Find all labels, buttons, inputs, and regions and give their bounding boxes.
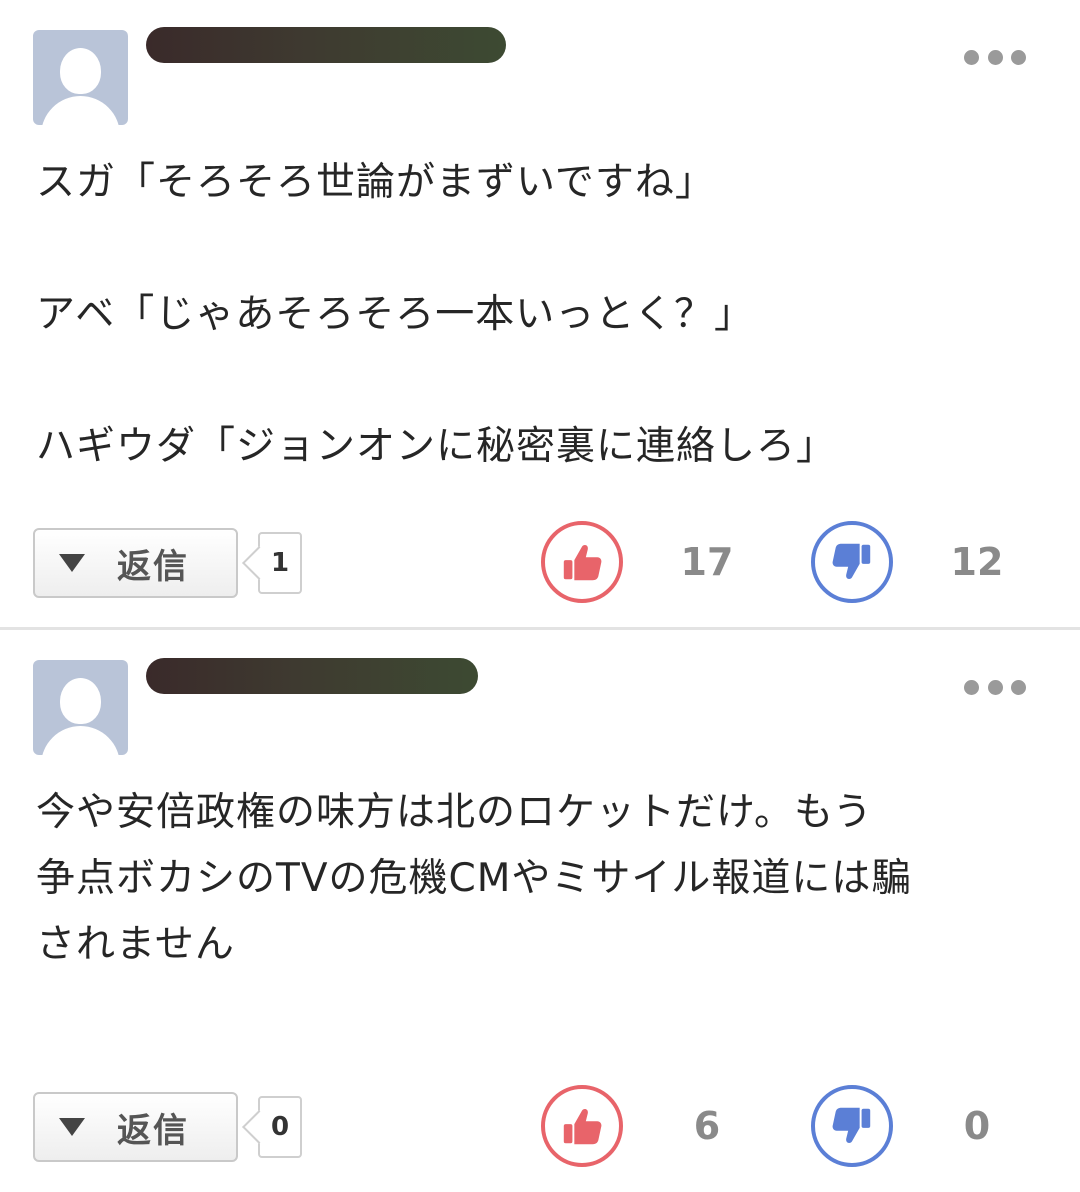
avatar-head <box>60 678 101 724</box>
avatar[interactable] <box>33 660 128 755</box>
more-dot <box>987 49 1003 65</box>
like-count: 6 <box>693 1104 721 1148</box>
dislike-count: 12 <box>950 540 1004 584</box>
reply-count: 1 <box>270 548 290 578</box>
redacted-username <box>146 27 506 63</box>
like-button[interactable] <box>541 1085 623 1167</box>
dislike-button[interactable] <box>811 521 893 603</box>
reply-label: 返信 <box>117 1110 189 1151</box>
comment-line: ハギウダ「ジョンオンに秘密裏に連絡しろ」 <box>36 424 837 469</box>
thumbs-down-icon <box>832 543 871 579</box>
reply-label: 返信 <box>117 546 189 587</box>
avatar-body <box>41 726 120 755</box>
more-dots-icon[interactable] <box>964 678 1026 696</box>
reply-count-badge: 0 <box>258 1096 302 1158</box>
more-dots-icon[interactable] <box>964 48 1026 66</box>
reply-count: 0 <box>270 1112 290 1142</box>
more-dot <box>1011 49 1026 65</box>
reply-button[interactable]: 返信 <box>33 528 238 598</box>
redacted-username <box>146 658 478 694</box>
more-dot <box>1011 679 1026 695</box>
comment-item: スガ「そろそろ世論がまずいですね」 アベ「じゃあそろそろ一本いっとく？」 ハギウ… <box>0 0 1080 628</box>
comment-item: 今や安倍政権の味方は北のロケットだけ。もう 争点ボカシのTVの危機CMやミサイル… <box>0 630 1080 1192</box>
triangle-down-icon <box>59 1118 85 1136</box>
thumbs-up-icon <box>563 1109 602 1145</box>
comment-line: アベ「じゃあそろそろ一本いっとく？」 <box>36 292 755 337</box>
dislike-count: 0 <box>963 1104 991 1148</box>
comment-text: スガ「そろそろ世論がまずいですね」 アベ「じゃあそろそろ一本いっとく？」 ハギウ… <box>36 150 1036 480</box>
more-dot <box>987 679 1003 695</box>
comment-line: スガ「そろそろ世論がまずいですね」 <box>36 160 715 205</box>
reply-count-badge: 1 <box>258 532 302 594</box>
like-button[interactable] <box>541 521 623 603</box>
reply-button[interactable]: 返信 <box>33 1092 238 1162</box>
comment-line: されません <box>36 922 235 967</box>
thumbs-down-icon <box>832 1107 871 1143</box>
comment-line <box>36 348 1036 414</box>
dislike-button[interactable] <box>811 1085 893 1167</box>
avatar-body <box>41 96 120 125</box>
comment-line: 今や安倍政権の味方は北のロケットだけ。もう <box>36 790 873 835</box>
comment-text: 今や安倍政権の味方は北のロケットだけ。もう 争点ボカシのTVの危機CMやミサイル… <box>36 780 1036 978</box>
thumbs-up-icon <box>563 545 602 581</box>
comment-line <box>36 216 1036 282</box>
like-count: 17 <box>680 540 734 584</box>
avatar[interactable] <box>33 30 128 125</box>
triangle-down-icon <box>59 554 85 572</box>
comment-line: 争点ボカシのTVの危機CMやミサイル報道には騙 <box>36 856 912 901</box>
more-dot <box>964 49 979 65</box>
avatar-head <box>60 48 101 94</box>
more-dot <box>964 679 979 695</box>
